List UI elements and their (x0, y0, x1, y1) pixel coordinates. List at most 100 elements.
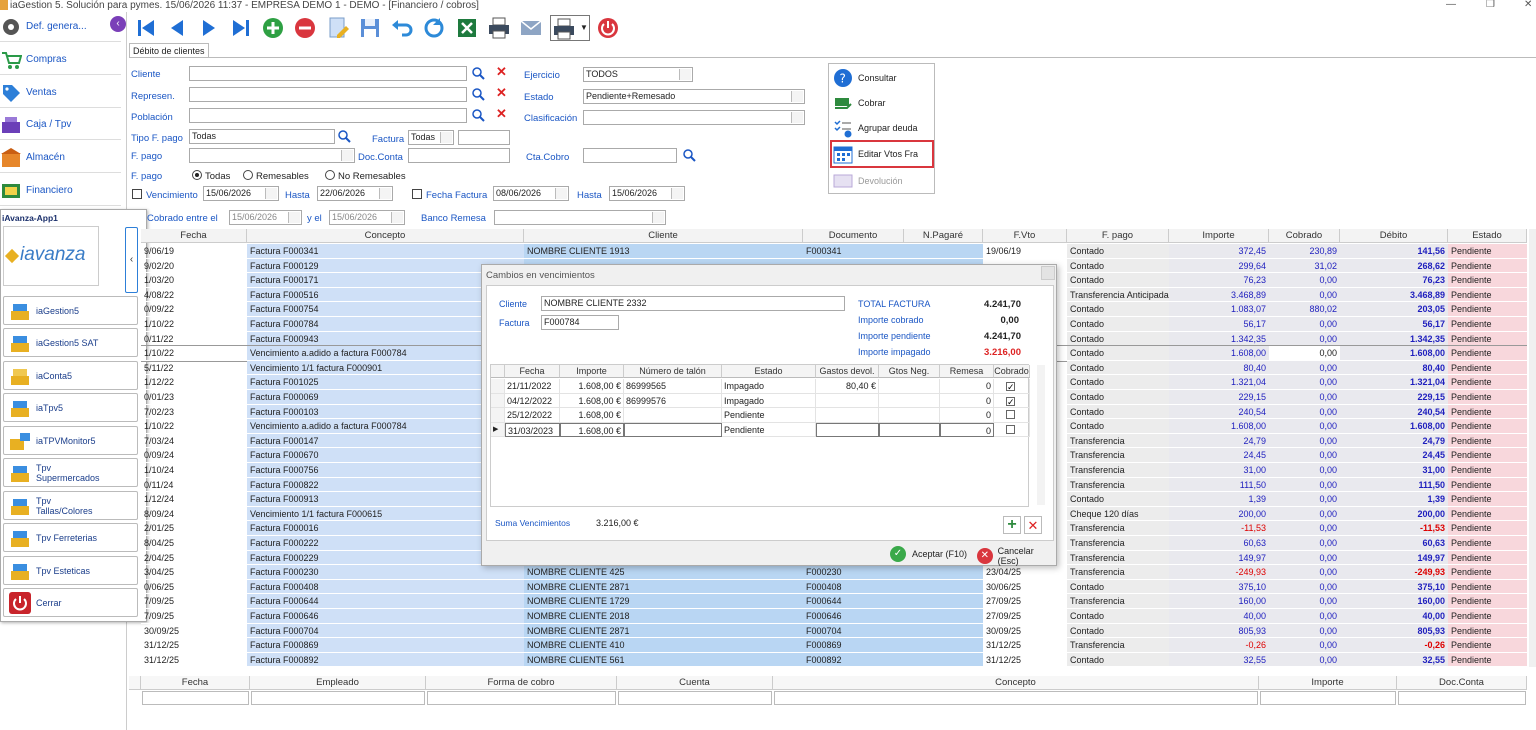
cell[interactable]: 0 (940, 422, 994, 438)
aceptar-button[interactable]: ✓ Aceptar (F10) (890, 546, 967, 562)
print-options-button[interactable]: ▼ (550, 15, 590, 41)
cell[interactable]: 0 (940, 408, 994, 423)
refresh-icon[interactable] (421, 15, 447, 41)
sidebar-item-ventas[interactable]: Ventas (0, 78, 121, 108)
column-header[interactable]: Cliente (524, 229, 803, 243)
column-header[interactable]: Cuenta (617, 676, 773, 690)
column-header[interactable]: Estado (722, 365, 816, 378)
column-header[interactable]: Remesa (940, 365, 994, 378)
docconta-input[interactable] (408, 148, 510, 163)
tipo-fpago-input[interactable]: Todas (189, 129, 335, 144)
cell[interactable]: Pendiente (722, 408, 816, 423)
column-header[interactable]: F.Vto (983, 229, 1067, 243)
cell[interactable] (816, 408, 879, 423)
cell[interactable]: 86999576 (624, 393, 722, 409)
cancelar-button[interactable]: ✕ Cancelar (Esc) (977, 546, 1056, 566)
search-icon[interactable] (338, 130, 351, 146)
cell[interactable]: 1.608,00 € (560, 408, 624, 423)
cobrado-from-date[interactable]: 15/06/2026 ▼ (229, 210, 302, 225)
close-window-icon[interactable]: ✕ (1524, 0, 1532, 10)
column-header[interactable]: Débito (1340, 229, 1448, 243)
sidebar-item-caja-tpv[interactable]: Caja / Tpv (0, 110, 121, 140)
app-iatpv5[interactable]: iaTpv5 (3, 393, 138, 422)
sidebar-item-compras[interactable]: Compras (0, 45, 121, 75)
agrupar-deuda-button[interactable]: Agrupar deuda (833, 118, 918, 138)
clasificacion-select[interactable]: ▼ (583, 110, 805, 125)
cell[interactable] (879, 379, 940, 394)
cell[interactable]: Impagado (722, 379, 816, 394)
add-row-icon[interactable]: + (1003, 516, 1021, 534)
clear-cliente-icon[interactable]: ✕ (496, 64, 507, 80)
new-row-cell[interactable] (1398, 691, 1526, 705)
column-header[interactable]: Gastos devol. (816, 365, 879, 378)
vencimiento-row[interactable]: 04/12/2022 1.608,00 €86999576 Impagado 0 ✓ (491, 393, 1030, 409)
cliente-input[interactable] (189, 66, 467, 81)
new-row-cell[interactable] (618, 691, 772, 705)
new-row-cell[interactable] (251, 691, 425, 705)
clear-poblacion-icon[interactable]: ✕ (496, 106, 507, 122)
table-row[interactable]: 30/09/25 Factura F000704 NOMBRE CLIENTE 28… (141, 623, 1527, 639)
cell[interactable] (624, 422, 722, 438)
banco-remesa-select[interactable]: ▼ (494, 210, 666, 225)
column-header[interactable]: Estado (1448, 229, 1527, 243)
radio-remesables[interactable] (243, 170, 253, 180)
collapse-icon[interactable]: ‹ (110, 16, 126, 32)
table-row[interactable]: 9/06/19 Factura F000341 NOMBRE CLIENTE 191… (141, 244, 1527, 259)
app-tpv-esteticas[interactable]: Tpv Esteticas (3, 556, 138, 585)
column-header[interactable]: Fecha (141, 676, 250, 690)
factura-select[interactable]: Todas ▼ (408, 130, 454, 145)
vencimiento-row[interactable]: 25/12/2022 1.608,00 € Pendiente 0 (491, 408, 1030, 423)
table-row[interactable]: 3/04/25 Factura F000230 NOMBRE CLIENTE 425… (141, 565, 1527, 580)
sidebar-item-almacen[interactable]: Almacén (0, 143, 121, 173)
vencimiento-row[interactable]: ▶ 31/03/2023 1.608,00 € Pendiente 0 (491, 422, 1030, 438)
vencimiento-from-date[interactable]: 15/06/2026 ▼ (203, 186, 279, 201)
radio-no-remesables[interactable] (325, 170, 335, 180)
cell[interactable] (816, 393, 879, 409)
add-icon[interactable] (260, 15, 286, 41)
modal-cliente-field[interactable]: NOMBRE CLIENTE 2332 (541, 296, 845, 311)
cell[interactable]: Pendiente (722, 422, 816, 438)
exit-icon[interactable] (595, 15, 621, 41)
fecha-factura-checkbox[interactable] (412, 189, 422, 199)
column-header[interactable]: Importe (1259, 676, 1397, 690)
column-header[interactable]: Gtos Neg. (879, 365, 940, 378)
cobrado-checkbox[interactable] (1006, 410, 1015, 420)
devolucion-button[interactable]: Devolución (833, 171, 903, 191)
column-header[interactable]: Concepto (773, 676, 1259, 690)
cell[interactable]: 25/12/2022 (505, 408, 560, 423)
cell[interactable]: 1.608,00 € (560, 393, 624, 409)
vencimiento-checkbox[interactable] (132, 189, 142, 199)
email-icon[interactable] (518, 15, 544, 41)
tab-debito-clientes[interactable]: Débito de clientes (129, 43, 209, 58)
column-header[interactable]: Documento (803, 229, 904, 243)
cell[interactable] (879, 408, 940, 423)
cobrado-cell[interactable] (994, 408, 1030, 423)
table-row[interactable]: 0/06/25 Factura F000408 NOMBRE CLIENTE 287… (141, 579, 1527, 595)
cobrado-to-date[interactable]: 15/06/2026 ▼ (329, 210, 405, 225)
cell[interactable] (879, 393, 940, 409)
clear-represen-icon[interactable]: ✕ (496, 85, 507, 101)
column-header[interactable]: Número de talón (624, 365, 722, 378)
cell[interactable] (816, 422, 879, 438)
table-row[interactable]: 7/09/25 Factura F000644 NOMBRE CLIENTE 172… (141, 594, 1527, 609)
editar-vtos-fra-button[interactable]: Editar Vtos Fra (833, 144, 918, 164)
cobrado-cell[interactable]: ✓ (994, 393, 1030, 409)
vencimiento-row[interactable]: 21/11/2022 1.608,00 €86999565 Impagado 80,4… (491, 379, 1030, 394)
previous-record-icon[interactable] (164, 15, 190, 41)
panel-collapse-button[interactable]: ‹ (125, 227, 138, 293)
edit-document-icon[interactable] (325, 15, 351, 41)
factura-number-input[interactable] (458, 130, 510, 145)
new-row-cell[interactable] (774, 691, 1258, 705)
cobrado-checkbox[interactable] (1006, 424, 1015, 434)
cell[interactable]: 04/12/2022 (505, 393, 560, 409)
cell[interactable]: 31/03/2023 (505, 422, 560, 438)
column-header[interactable]: Forma de cobro (426, 676, 617, 690)
column-header[interactable]: Empleado (250, 676, 426, 690)
ejercicio-select[interactable]: TODOS ▼ (583, 67, 693, 82)
sidebar-item-financiero[interactable]: Financiero (0, 176, 121, 206)
cell[interactable] (624, 408, 722, 423)
cell[interactable]: 0 (940, 393, 994, 409)
represen-input[interactable] (189, 87, 467, 102)
cobrado-cell[interactable] (994, 422, 1030, 438)
app-iatpvmonitor5[interactable]: iaTPVMonitor5 (3, 426, 138, 455)
